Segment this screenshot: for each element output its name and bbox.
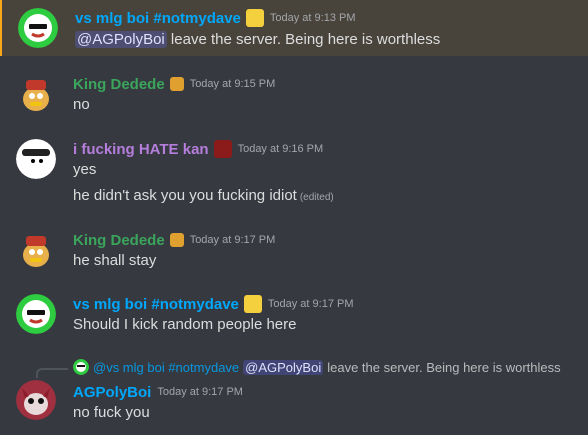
message-item[interactable]: vs mlg boi #notmydave Today at 9:13 PM @… [0,0,588,56]
timestamp[interactable]: Today at 9:17 PM [268,298,354,310]
message-text: no [73,96,90,113]
message-content: Should I kick random people here [73,314,296,336]
message-item[interactable]: King Dedede Today at 9:17 PM he shall st… [0,228,588,278]
reply-preview[interactable]: @vs mlg boi #notmydave @AGPolyBoi leave … [73,358,561,376]
timestamp[interactable]: Today at 9:15 PM [190,78,276,90]
message-text: Should I kick random people here [73,316,297,333]
message-text: leave the server. Being here is worthles… [166,31,441,48]
username[interactable]: King Dedede [73,76,165,93]
avatar[interactable] [16,294,56,334]
timestamp[interactable]: Today at 9:17 PM [190,234,276,246]
timestamp[interactable]: Today at 9:17 PM [157,386,243,398]
message-content: @AGPolyBoi leave the server. Being here … [75,29,440,51]
reply-username[interactable]: @vs mlg boi #notmydave [93,360,239,375]
message-content: no fuck you [73,402,150,424]
reply-avatar [73,359,89,375]
username[interactable]: AGPolyBoi [73,384,151,401]
chat-message-list: vs mlg boi #notmydave Today at 9:13 PM @… [0,0,588,435]
message-text: he shall stay [73,252,157,269]
reply-spine [36,368,68,378]
username[interactable]: vs mlg boi #notmydave [73,296,239,313]
message-content: yes [73,159,96,181]
timestamp[interactable]: Today at 9:13 PM [270,12,356,24]
sponge-emoji-icon [245,9,264,27]
username[interactable]: i fucking HATE kan [73,141,209,158]
message-text: yes [73,161,97,178]
message-item[interactable]: King Dedede Today at 9:15 PM no [0,72,588,122]
hammer-emoji-icon [169,233,184,247]
avatar[interactable] [18,8,58,48]
message-content: he shall stay [73,250,156,272]
message-text: he didn't ask you you fucking idiot [73,187,297,204]
avatar[interactable] [16,380,56,420]
message-item[interactable]: i fucking HATE kan Today at 9:16 PM yes … [0,137,588,217]
user-mention[interactable]: @AGPolyBoi [75,31,167,48]
avatar[interactable] [16,139,56,179]
kan-emoji-icon [213,140,232,158]
hammer-emoji-icon [169,77,184,91]
sponge-emoji-icon [243,295,262,313]
message-text: no fuck you [73,404,150,421]
timestamp[interactable]: Today at 9:16 PM [238,143,324,155]
avatar[interactable] [16,230,56,270]
username[interactable]: King Dedede [73,232,165,249]
message-content: no [73,94,90,116]
reply-text: leave the server. Being here is worthles… [327,359,561,375]
message-content: he didn't ask you you fucking idiot (edit… [73,185,334,207]
edited-label: (edited) [299,192,334,203]
message-item[interactable]: vs mlg boi #notmydave Today at 9:17 PM S… [0,292,588,342]
username[interactable]: vs mlg boi #notmydave [75,10,241,27]
avatar[interactable] [16,74,56,114]
message-item[interactable]: @vs mlg boi #notmydave @AGPolyBoi leave … [0,358,588,435]
reply-mention[interactable]: @AGPolyBoi [243,359,324,375]
